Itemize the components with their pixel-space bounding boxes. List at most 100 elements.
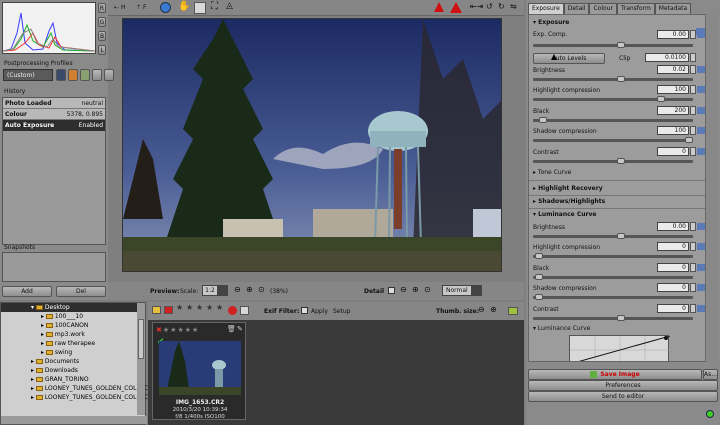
folder-tree-item[interactable]: ▸ 100CANON — [1, 321, 145, 330]
star-icon[interactable]: ★ — [206, 303, 213, 312]
folder-filter-icon[interactable] — [152, 306, 161, 314]
lum-shadow-knob[interactable] — [535, 294, 543, 300]
black-slider[interactable] — [533, 117, 693, 123]
edited-filter-icon[interactable] — [240, 306, 249, 315]
crop-icon[interactable]: ⛶ — [211, 1, 218, 12]
detail-mode-select[interactable]: Normal — [442, 285, 472, 296]
exposure-section-header[interactable]: ▾ Exposure — [533, 19, 569, 26]
black-spin-button[interactable] — [690, 106, 696, 115]
star-icon[interactable]: ★ — [185, 326, 191, 334]
lum-contrast-knob[interactable] — [617, 315, 625, 321]
tree-scrollbar[interactable] — [137, 303, 145, 415]
lum-highlight-field[interactable]: 0 — [657, 242, 689, 251]
history-row-selected[interactable]: Auto Exposure Enabled — [3, 120, 105, 131]
detail-zoom-out-icon[interactable]: ⊖ — [400, 285, 407, 294]
lum-highlight-reset-icon[interactable] — [697, 243, 705, 250]
folder-tree-item[interactable]: ▸ Downloads — [1, 366, 145, 375]
lum-contrast-slider[interactable] — [533, 315, 693, 321]
lum-black-slider[interactable] — [533, 274, 693, 280]
star-icon[interactable]: ★ — [163, 326, 169, 334]
highlight-recovery-expander[interactable]: ▸ Highlight Recovery — [533, 185, 603, 192]
detail-checkbox[interactable] — [388, 287, 395, 294]
contrast-slider-knob[interactable] — [617, 158, 625, 164]
preferences-button[interactable]: Preferences — [528, 380, 718, 391]
folder-tree-item[interactable]: ▸ raw therapee — [1, 339, 145, 348]
profile-copy-icon[interactable] — [92, 69, 102, 81]
contrast-spin-button[interactable] — [690, 147, 696, 156]
add-snapshot-button[interactable]: Add — [2, 286, 52, 297]
shadow-compression-reset-icon[interactable] — [697, 127, 705, 134]
star-icon[interactable]: ★ — [192, 326, 198, 334]
profile-image-icon[interactable] — [80, 69, 90, 81]
flip-icon[interactable]: ⇋ — [510, 2, 517, 11]
zoom-in-icon[interactable]: ⊕ — [246, 285, 253, 294]
highlight-compression-field[interactable]: 100 — [657, 85, 689, 94]
brightness-field[interactable]: 0.02 — [657, 65, 689, 74]
color-picker-icon[interactable] — [194, 2, 206, 14]
highlight-compression-knob[interactable] — [657, 96, 665, 102]
save-as-button[interactable]: As... — [703, 369, 718, 380]
next-image-icon[interactable]: ⇤⇥ — [470, 2, 483, 11]
highlight-compression-spin[interactable] — [690, 85, 696, 94]
star-icon[interactable]: ★ — [176, 303, 183, 312]
shadow-compression-field[interactable]: 100 — [657, 126, 689, 135]
hist-l-button[interactable]: L — [98, 45, 106, 55]
folder-tree-item[interactable]: ▸ swing — [1, 348, 145, 357]
pp-profile-select[interactable]: (Custom) — [3, 69, 53, 81]
folder-tree-item[interactable]: ▸ GRAN_TORINO — [1, 375, 145, 384]
lum-black-spin[interactable] — [690, 263, 696, 272]
lum-brightness-reset-icon[interactable] — [697, 223, 705, 230]
star-icon[interactable]: ★ — [170, 326, 176, 334]
exif-setup-button[interactable]: Setup — [333, 308, 350, 315]
black-reset-icon[interactable] — [697, 107, 705, 114]
highlight-compression-slider[interactable] — [533, 96, 693, 102]
exp-comp-field[interactable]: 0.00 — [657, 30, 689, 39]
star-icon[interactable]: ★ — [196, 303, 203, 312]
thumb-reject-icon[interactable]: ✖ — [156, 326, 162, 334]
folder-tree-item[interactable]: ▸ LOONEY_TUNES_GOLDEN_COLLECT — [1, 384, 151, 393]
tool-panel-scrollbar[interactable] — [708, 14, 718, 362]
zoom-fit-icon[interactable]: ⊙ — [258, 285, 265, 294]
lum-highlight-knob[interactable] — [535, 253, 543, 259]
tree-scrollbar-thumb[interactable] — [138, 319, 144, 359]
lum-black-field[interactable]: 0 — [657, 263, 689, 272]
folder-tree-item[interactable]: ▾ Desktop — [1, 303, 145, 312]
star-icon[interactable]: ★ — [186, 303, 193, 312]
contrast-reset-icon[interactable] — [697, 148, 705, 155]
lum-shadow-field[interactable]: 0 — [657, 283, 689, 292]
folder-tree-item[interactable]: ▸ Documents — [1, 357, 145, 366]
trash-filter-icon[interactable] — [228, 306, 237, 315]
hist-r-button[interactable]: R — [98, 3, 106, 13]
exp-comp-slider-knob[interactable] — [617, 42, 625, 48]
thumb-zoom-in-icon[interactable]: ⊕ — [490, 305, 497, 314]
lum-black-knob[interactable] — [535, 274, 543, 280]
lum-brightness-spin[interactable] — [690, 222, 696, 231]
luminance-curve-expander[interactable]: ▾ Luminance Curve — [533, 211, 596, 218]
hist-b-button[interactable]: B — [98, 31, 106, 41]
tab-colour[interactable]: Colour — [589, 3, 617, 14]
exp-comp-slider[interactable] — [533, 42, 693, 48]
exif-apply-checkbox[interactable] — [301, 307, 308, 314]
lum-contrast-field[interactable]: 0 — [657, 304, 689, 313]
folder-tree-item[interactable]: ▸ LOONEY_TUNES_GOLDEN_COLLECT — [1, 393, 151, 402]
clip-spin-button[interactable] — [690, 53, 696, 62]
tab-metadata[interactable]: Metadata — [654, 3, 692, 14]
lum-black-reset-icon[interactable] — [697, 264, 705, 271]
shadow-compression-slider[interactable] — [533, 137, 693, 143]
lum-brightness-field[interactable]: 0.00 — [657, 222, 689, 231]
black-field[interactable]: 200 — [657, 106, 689, 115]
brightness-slider[interactable] — [533, 76, 693, 82]
globe-icon[interactable] — [160, 2, 171, 13]
lum-shadow-reset-icon[interactable] — [697, 284, 705, 291]
del-snapshot-button[interactable]: Del — [56, 286, 106, 297]
shadow-compression-spin[interactable] — [690, 126, 696, 135]
shadow-compression-knob[interactable] — [685, 137, 693, 143]
rotate-right-icon[interactable]: ↻ — [498, 2, 505, 11]
rotate-left-icon[interactable]: ↺ — [486, 2, 493, 11]
history-toggle-button[interactable]: ⇠ H — [114, 4, 125, 11]
lum-contrast-spin[interactable] — [690, 304, 696, 313]
clip-field[interactable]: 0.0100 — [645, 53, 689, 62]
filmstrip-toggle-button[interactable]: ⇡ F — [136, 4, 146, 11]
brightness-spin-button[interactable] — [690, 65, 696, 74]
detail-mode-dropdown[interactable] — [472, 285, 482, 296]
